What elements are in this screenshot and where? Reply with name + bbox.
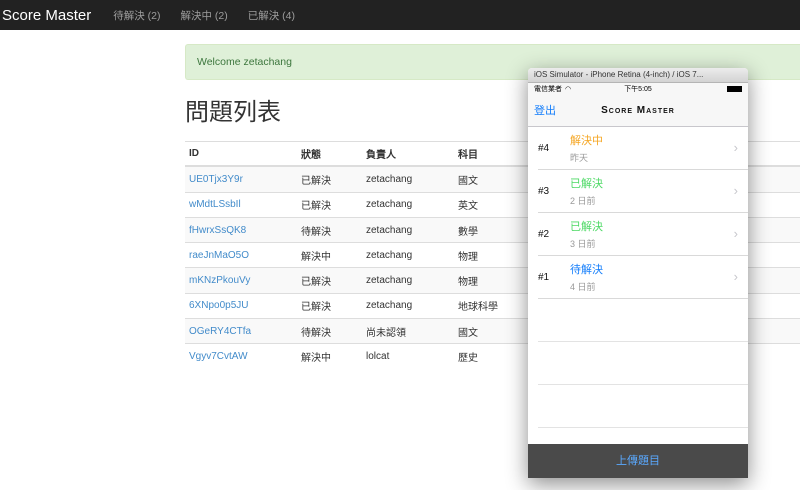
issue-status: 待解決 [570,264,603,276]
issue-subject: 國文 [458,327,478,339]
issue-id-link[interactable]: UE0Tjx3Y9r [185,174,301,185]
issue-id-link[interactable]: fHwrxSsQK8 [185,225,301,236]
issue-id-link[interactable]: Vgyv7CvtAW [185,351,301,362]
list-item[interactable]: #2 已解決 3 日前 › [538,213,748,256]
issue-number: #1 [538,271,550,283]
issue-status: 待解決 [301,226,331,238]
issue-subject: 物理 [458,277,478,289]
issue-id-link[interactable]: wMdtLSsbIl [185,199,301,210]
issue-owner: zetachang [366,249,413,261]
issue-status: 已解決 [301,302,331,314]
header-status: 狀態 [301,150,321,162]
issue-owner: zetachang [366,199,413,211]
issue-status: 解決中 [570,135,603,147]
issue-owner: lolcat [366,351,390,363]
issue-owner: zetachang [366,224,413,236]
nav-item-resolved[interactable]: 已解決 (4) [248,8,295,23]
list-item[interactable]: #1 待解決 4 日前 › [538,256,748,299]
issue-owner: zetachang [366,173,413,185]
issue-number: #2 [538,228,550,240]
upload-question-button[interactable]: 上傳題目 [528,444,748,478]
list-item[interactable]: #4 解決中 昨天 › [538,127,748,170]
issue-subject: 物理 [458,251,478,263]
issue-subject: 英文 [458,201,478,213]
issue-id-link[interactable]: OGeRY4CTfa [185,326,301,337]
chevron-right-icon: › [733,226,738,241]
issue-owner: zetachang [366,300,413,312]
ios-simulator-window: iOS Simulator - iPhone Retina (4-inch) /… [528,68,748,478]
header-subject: 科目 [458,150,478,162]
chevron-right-icon: › [733,183,738,198]
empty-row [538,342,748,385]
issue-status: 解決中 [301,353,331,365]
page-title: 問題列表 [185,99,281,126]
issue-id-link[interactable]: 6XNpo0p5JU [185,300,301,311]
nav-item-in-progress[interactable]: 解決中 (2) [180,8,227,23]
issue-owner: 尚未認領 [366,327,406,339]
empty-row [538,385,748,428]
issue-subject: 數學 [458,226,478,238]
issue-status: 解決中 [301,251,331,263]
issue-id-link[interactable]: raeJnMaO5O [185,250,301,261]
issue-status: 待解決 [301,327,331,339]
issue-number: #4 [538,142,550,154]
issue-status: 已解決 [570,221,603,233]
issue-id-link[interactable]: mKNzPkouVy [185,275,301,286]
chevron-right-icon: › [733,269,738,284]
simulator-title-bar[interactable]: iOS Simulator - iPhone Retina (4-inch) /… [528,68,748,83]
issue-subject: 國文 [458,175,478,187]
issue-number: #3 [538,185,550,197]
issue-age: 昨天 [570,153,589,163]
header-id: ID [189,148,199,160]
issue-age: 2 日前 [570,196,596,206]
ios-navigation-bar: 登出 Score Master [528,94,748,127]
empty-row [538,299,748,342]
brand-link[interactable]: Score Master [2,7,91,24]
list-item[interactable]: #3 已解決 2 日前 › [538,170,748,213]
header-owner: 負責人 [366,150,396,162]
battery-icon [727,85,742,92]
issue-age: 3 日前 [570,239,596,249]
status-time: 下午5:05 [624,85,652,93]
issue-status: 已解決 [570,178,603,190]
issue-owner: zetachang [366,275,413,287]
issue-status: 已解決 [301,277,331,289]
issue-age: 4 日前 [570,282,596,292]
ios-nav-title: Score Master [601,104,675,116]
chevron-right-icon: › [733,140,738,155]
issue-status: 已解決 [301,201,331,213]
issue-status: 已解決 [301,175,331,187]
top-navbar: Score Master 待解決 (2) 解決中 (2) 已解決 (4) [0,0,800,30]
nav-item-pending[interactable]: 待解決 (2) [113,8,160,23]
ios-status-bar: 電信業者 ◠ 下午5:05 [528,83,748,94]
issue-subject: 地球科學 [458,302,498,314]
issue-subject: 歷史 [458,353,478,365]
